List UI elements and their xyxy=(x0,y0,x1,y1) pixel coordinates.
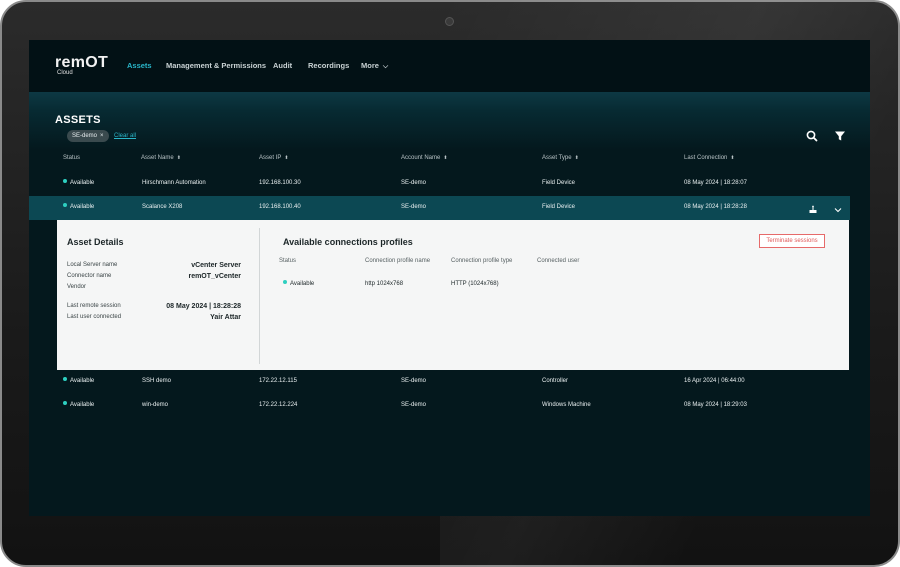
sort-icon[interactable]: ⬍ xyxy=(575,155,579,161)
column-last-connection[interactable]: Last Connection ⬍ xyxy=(684,155,735,161)
status-text: Available xyxy=(70,402,95,408)
column-account-name-label: Account Name xyxy=(401,155,441,161)
table-row[interactable]: Available SSH demo 172.22.12.115 SE-demo… xyxy=(29,370,850,394)
asset-name-cell: Scalance X208 xyxy=(142,204,183,210)
asset-details-panel: Asset Details Local Server name vCenter … xyxy=(57,220,849,370)
field-value: vCenter Server xyxy=(191,262,241,269)
asset-type-cell: Controller xyxy=(542,378,569,384)
status-text: Available xyxy=(70,204,95,210)
profile-name[interactable]: http 1024x768 xyxy=(365,281,403,287)
filter-chip-label: SE-demo xyxy=(72,133,98,139)
terminate-sessions-button[interactable]: Terminate sessions xyxy=(759,234,825,248)
app-logo-sub: Cloud xyxy=(57,70,73,76)
status-dot xyxy=(63,179,67,184)
status-cell: Available xyxy=(63,377,95,384)
profile-column-user: Connected user xyxy=(537,258,580,264)
account-name-cell: SE-demo xyxy=(401,204,427,210)
column-last-connection-label: Last Connection xyxy=(684,155,728,161)
webcam xyxy=(445,17,454,26)
profiles-title: Available connections profiles xyxy=(283,237,413,247)
last-connection-cell: 08 May 2024 | 18:29:03 xyxy=(684,402,747,408)
clear-all-link[interactable]: Clear all xyxy=(114,133,136,139)
field-label: Vendor xyxy=(67,284,87,290)
table-row[interactable]: Available win-demo 172.22.12.224 SE-demo… xyxy=(29,394,850,418)
field-value: 08 May 2024 | 18:28:28 xyxy=(166,303,241,310)
field-value: Yair Attar xyxy=(210,314,241,321)
status-dot xyxy=(63,401,67,406)
asset-details-title: Asset Details xyxy=(67,237,124,247)
status-dot xyxy=(63,203,67,208)
asset-type-cell: Windows Machine xyxy=(542,402,591,408)
asset-ip-cell: 192.168.100.40 xyxy=(259,204,301,210)
status-cell: Available xyxy=(63,179,95,186)
nav-more[interactable]: More ⌵ xyxy=(361,61,388,71)
table-row-selected[interactable]: Available Scalance X208 192.168.100.40 S… xyxy=(29,196,850,220)
asset-name-cell: SSH demo xyxy=(142,378,172,384)
sort-icon[interactable]: ⬍ xyxy=(730,155,734,161)
asset-ip-cell: 192.168.100.30 xyxy=(259,180,301,186)
nav-audit[interactable]: Audit xyxy=(273,61,292,70)
app-screen: remOT Cloud Assets Management & Permissi… xyxy=(29,40,870,516)
column-asset-ip[interactable]: Asset IP ⬍ xyxy=(259,155,289,161)
chip-remove-icon[interactable]: × xyxy=(100,133,104,139)
asset-ip-cell: 172.22.12.115 xyxy=(259,378,297,384)
column-asset-name[interactable]: Asset Name ⬍ xyxy=(141,155,181,161)
table-row[interactable]: Available Hirschmann Automation 192.168.… xyxy=(29,172,850,196)
asset-type-cell: Field Device xyxy=(542,180,576,186)
top-navigation: remOT Cloud Assets Management & Permissi… xyxy=(29,40,870,92)
search-icon[interactable] xyxy=(805,129,819,143)
status-text: Available xyxy=(70,378,95,384)
asset-name-cell: Hirschmann Automation xyxy=(142,180,206,186)
nav-more-label: More xyxy=(361,61,379,70)
nav-management-permissions[interactable]: Management & Permissions xyxy=(166,61,266,70)
column-asset-type-label: Asset Type xyxy=(542,155,572,161)
asset-type-cell: Field Device xyxy=(542,204,576,210)
nav-assets[interactable]: Assets xyxy=(127,61,152,70)
last-connection-cell: 08 May 2024 | 18:28:07 xyxy=(684,180,747,186)
chevron-down-icon[interactable] xyxy=(833,202,843,213)
nav-recordings[interactable]: Recordings xyxy=(308,61,349,70)
column-asset-ip-label: Asset IP xyxy=(259,155,282,161)
profile-status: Available xyxy=(283,280,315,287)
profile-type: HTTP (1024x768) xyxy=(451,281,499,287)
header-glow xyxy=(29,90,870,150)
sort-icon[interactable]: ⬍ xyxy=(284,155,288,161)
status-cell: Available xyxy=(63,401,95,408)
account-name-cell: SE-demo xyxy=(401,180,427,186)
status-cell: Available xyxy=(63,203,95,210)
profile-status-text: Available xyxy=(290,281,315,287)
column-status: Status xyxy=(63,155,81,161)
profile-column-type: Connection profile type xyxy=(451,258,513,264)
chevron-down-icon: ⌵ xyxy=(382,63,389,70)
sort-icon[interactable]: ⬍ xyxy=(443,155,447,161)
panel-divider xyxy=(259,228,260,364)
column-account-name[interactable]: Account Name ⬍ xyxy=(401,155,448,161)
column-asset-name-label: Asset Name xyxy=(141,155,174,161)
status-text: Available xyxy=(70,180,95,186)
last-connection-cell: 08 May 2024 | 18:28:28 xyxy=(684,204,747,210)
asset-name-cell: win-demo xyxy=(142,402,169,408)
profile-column-name: Connection profile name xyxy=(365,258,431,264)
account-name-cell: SE-demo xyxy=(401,378,427,384)
sort-icon[interactable]: ⬍ xyxy=(177,155,181,161)
page-title: ASSETS xyxy=(55,114,101,126)
connect-icon[interactable] xyxy=(808,202,818,213)
status-dot xyxy=(63,377,67,382)
asset-ip-cell: 172.22.12.224 xyxy=(259,402,298,408)
profile-column-status: Status xyxy=(279,258,297,264)
field-value: remOT_vCenter xyxy=(188,273,241,280)
status-dot xyxy=(283,280,287,285)
filter-chip[interactable]: SE-demo × xyxy=(67,130,109,142)
last-connection-cell: 16 Apr 2024 | 06:44:00 xyxy=(684,378,745,384)
column-asset-type[interactable]: Asset Type ⬍ xyxy=(542,155,579,161)
account-name-cell: SE-demo xyxy=(401,402,427,408)
filter-icon[interactable] xyxy=(833,129,847,143)
